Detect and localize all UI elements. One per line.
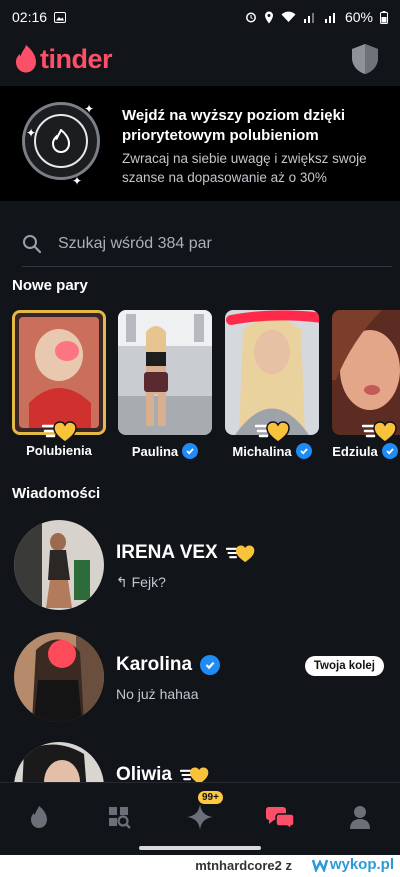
tab-gold[interactable]: 99+ [180,791,223,837]
verified-badge-icon [381,443,398,459]
conversation-row[interactable]: IRENA VEX ↰ Fejk? [0,520,400,620]
new-matches-carousel[interactable]: Polubienia Paulina Michalina Edziula [0,308,400,463]
shield-icon[interactable] [350,43,380,75]
sparkle-icon: ✦ [72,174,83,188]
signal-icon [303,13,314,23]
conversation-preview: ↰ Fejk? [116,574,166,590]
tab-messages[interactable] [260,797,300,837]
gold-like-icon [362,421,397,443]
search-bar[interactable] [22,222,392,267]
conversation-row[interactable]: Karolina No już hahaa Twoja kolej [0,632,400,732]
match-photo [225,310,319,435]
wykop-logo: wykop.pl [311,856,394,873]
messages-heading: Wiadomości [12,485,101,502]
status-time: 02:16 [12,9,48,25]
watermark-bar: mtnhardcore2 z wykop.pl [0,855,400,877]
conversation-name: IRENA VEX [116,542,256,564]
brand-name: tinder [40,43,113,74]
verified-badge-icon [200,655,221,675]
match-name: Edziula [310,443,400,459]
wifi-icon [281,11,296,22]
tab-explore[interactable] [99,797,139,837]
your-turn-badge: Twoja kolej [304,656,384,676]
flame-outline-icon [51,129,71,153]
tab-swipe[interactable] [19,797,59,837]
notification-badge: 99+ [198,791,223,804]
tinder-logo[interactable]: tinder [14,43,113,75]
app-bar: tinder [0,34,400,84]
photo-selfie [332,310,400,435]
avatar-photo [14,632,104,722]
search-icon [23,235,42,254]
conversation-name: Karolina [116,654,221,676]
gold-like-icon [42,421,77,443]
flame-logo-icon [16,45,36,73]
avatar [14,520,104,610]
profile-icon [350,806,370,829]
wykop-logo-icon [311,858,328,872]
conversation-preview: No już hahaa [116,686,199,702]
status-bar: 02:16 60% [0,0,400,34]
sparkle-icon: ✦ [84,102,95,116]
match-photo [332,310,400,435]
gallery-icon [54,11,67,23]
new-matches-heading: Nowe pary [12,277,88,294]
blurred-photo [15,313,103,432]
gold-like-icon [225,545,255,563]
priority-likes-banner[interactable]: ✦ ✦ ✦ Wejdź na wyższy poziom dzięki prio… [0,86,400,201]
battery-percent: 60% [344,9,373,25]
phone-screen: 02:16 60% tinder ✦ ✦ ✦ Wejdź na wyższy p… [0,0,400,855]
avatar [14,632,104,722]
match-name: Paulina [110,443,220,459]
sparkle-icon: ✦ [26,126,37,140]
search-input[interactable] [56,234,360,254]
banner-title: Wejdź na wyższy poziom dzięki prioryteto… [122,107,346,144]
photo-portrait [225,310,319,435]
home-indicator[interactable] [139,846,261,850]
reply-arrow-icon: ↰ [116,574,128,590]
battery-icon [380,10,388,24]
likes-photo [12,310,106,435]
match-photo [118,310,212,435]
banner-subtitle: Zwracaj na siebie uwagę i zwiększ swoje … [122,151,367,185]
avatar-photo [14,520,104,610]
alarm-icon [246,12,256,23]
likes-label: Polubienia [26,443,92,458]
tab-profile[interactable] [340,797,380,837]
watermark-user: mtnhardcore2 z [195,858,292,873]
location-icon [264,11,273,23]
explore-icon [109,807,131,829]
photo-gym [118,310,212,435]
chat-icon [265,807,295,830]
signal-icon-2 [324,13,335,23]
flame-icon [31,806,47,828]
gold-like-icon [255,421,290,443]
spark-icon [187,804,213,830]
bottom-tab-bar: 99+ [0,782,400,855]
verified-badge-icon [182,443,199,459]
